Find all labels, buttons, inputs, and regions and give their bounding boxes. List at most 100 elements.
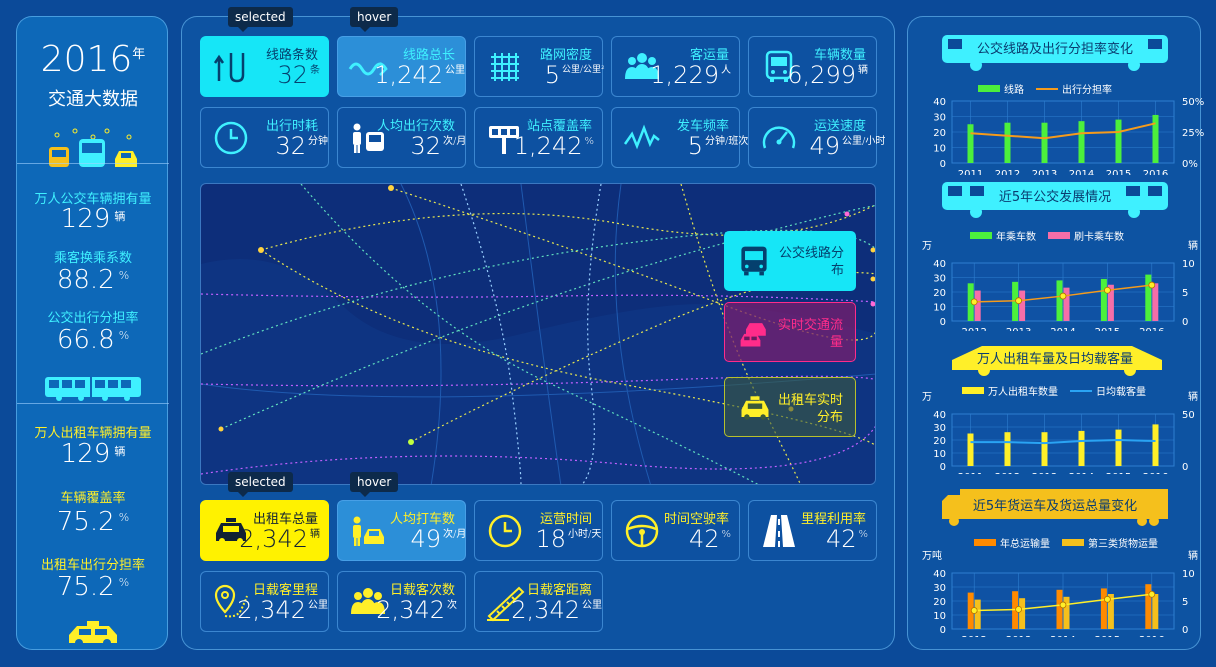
- x-tick-label: 2015: [1106, 472, 1131, 474]
- bar: [1041, 122, 1048, 163]
- card-daily-passenger-distance[interactable]: 日载客距离 2,342 公里: [474, 571, 603, 632]
- x-tick-label: 2013: [1032, 472, 1057, 474]
- bar: [1115, 119, 1122, 163]
- line-point: [1015, 297, 1022, 305]
- taxi-icon: [69, 621, 117, 647]
- card-daily-passenger-mileage[interactable]: 日载客里程 2,342 公里: [200, 571, 329, 632]
- y-right-tick-label: 5: [1182, 288, 1188, 299]
- route-icon: [213, 53, 245, 83]
- chart1-title: 公交线路及出行分担率变化: [976, 42, 1133, 57]
- y-tick-label: 30: [933, 274, 946, 285]
- selected-tooltip: selected: [228, 7, 293, 32]
- card-passenger-volume[interactable]: 客运量 1,229 人: [611, 36, 740, 97]
- transfer-coefficient-value: 88.2%: [56, 265, 130, 295]
- y-right-tick-label: 0: [1182, 625, 1188, 636]
- bar: [1019, 290, 1026, 321]
- card-taxi-trips-per-person[interactable]: 人均打车数 49 次/月: [337, 500, 466, 561]
- person-taxi-icon: [353, 516, 384, 546]
- y-right-tick-label: 0%: [1182, 159, 1198, 170]
- x-tick-label: 2016: [1139, 635, 1164, 637]
- x-tick-label: 2014: [1050, 327, 1075, 331]
- card-trips-per-person[interactable]: 人均出行次数 32 次/月: [337, 107, 466, 168]
- card-stop-coverage[interactable]: 站点覆盖率 1,242%: [474, 107, 603, 168]
- y-right-tick-label: 50: [1182, 410, 1195, 421]
- bar: [974, 599, 981, 629]
- y-right-axis-unit: 辆: [1188, 549, 1198, 562]
- bar: [1056, 589, 1063, 629]
- y-tick-label: 10: [933, 303, 946, 314]
- card-operating-hours[interactable]: 运营时间 18 小时/天: [474, 500, 603, 561]
- left-summary-panel: 2016年 交通大数据 万人公交车辆拥有量 129 辆 乘客换乘系数 88.2% …: [16, 16, 169, 650]
- line-point: [970, 607, 978, 614]
- bar: [1004, 122, 1011, 163]
- x-tick-label: 2015: [1095, 635, 1120, 637]
- card-network-density[interactable]: 路网密度 5 公里/公里²: [474, 36, 605, 97]
- card-departure-frequency[interactable]: 发车频率 5 分钟/班次: [611, 107, 748, 168]
- y-tick-label: 30: [933, 423, 946, 434]
- bar: [1078, 430, 1085, 466]
- line-point: [1059, 292, 1067, 300]
- vehicle-coverage-value: 75.2%: [56, 507, 130, 537]
- transfer-coefficient-label: 乘客换乘系数: [53, 251, 132, 266]
- card-route-length[interactable]: 线路总长 1,242 公里: [337, 36, 466, 97]
- y-right-tick-label: 10: [1182, 569, 1195, 580]
- bus-route-distribution-button[interactable]: 公交线路分布: [724, 231, 856, 291]
- bar: [974, 290, 981, 321]
- card-mileage-utilization[interactable]: 里程利用率 42%: [748, 500, 877, 561]
- line-point: [1103, 595, 1111, 603]
- card-empty-driving-rate[interactable]: 时间空驶率 42%: [611, 500, 740, 561]
- y-tick-label: 10: [933, 144, 946, 155]
- page-subtitle: 交通大数据: [48, 89, 138, 110]
- card-travel-time[interactable]: 出行时耗 32 分钟: [200, 107, 329, 168]
- card-vehicle-count[interactable]: 车辆数量 6,299 辆: [748, 36, 877, 97]
- y-tick-label: 20: [933, 128, 946, 139]
- y-tick-label: 40: [933, 569, 946, 580]
- bar: [1152, 424, 1159, 466]
- taxi-share-value: 75.2%: [56, 572, 130, 602]
- hover-tooltip: hover: [350, 7, 399, 32]
- chart-bus-routes-share: 40 30 20 10 0 50% 25% 0% 2011 2012 2013 2014 2015 201…: [933, 97, 1204, 175]
- x-tick-label: 2012: [995, 169, 1020, 175]
- city-map[interactable]: 公交线路分布 实时交通流量 出租车实时分布: [200, 183, 876, 485]
- bus-ownership-value: 129 辆: [60, 204, 126, 234]
- bar: [967, 433, 974, 466]
- y-tick-label: 0: [940, 462, 946, 473]
- bar: [1100, 588, 1107, 629]
- chart4-title: 近5年货运车及货运总量变化: [972, 499, 1138, 514]
- x-tick-label: 2016: [1139, 327, 1164, 331]
- x-tick-label: 2016: [1143, 472, 1168, 474]
- bar: [1152, 594, 1159, 629]
- y-tick-label: 40: [933, 259, 946, 270]
- y-tick-label: 10: [933, 611, 946, 622]
- bar: [1041, 432, 1048, 466]
- bus-fleet-icon: [45, 377, 141, 401]
- card-transport-speed[interactable]: 运送速度 49 公里/小时: [748, 107, 885, 168]
- x-tick-label: 2014: [1069, 169, 1094, 175]
- line-point: [1148, 590, 1156, 598]
- x-tick-label: 2012: [995, 472, 1020, 474]
- bar: [1004, 432, 1011, 466]
- taxi-realtime-distribution-button[interactable]: 出租车实时分布: [724, 377, 856, 437]
- right-charts-panel: 公交线路及出行分担率变化 线路 出行分担率 40 30 20 10 0 50% 25% 0% 2…: [907, 16, 1204, 650]
- card-route-count[interactable]: 线路条数 32 条: [200, 36, 329, 97]
- x-tick-label: 2012: [961, 327, 986, 331]
- chart-freight-volume: 40 30 20 10 0 10 5 0 万吨 辆 2012 2013 2014 2015 2016: [922, 549, 1198, 637]
- y-right-tick-label: 10: [1182, 259, 1195, 270]
- y-right-axis-unit: 辆: [1188, 239, 1198, 252]
- bar: [1056, 280, 1063, 321]
- x-tick-label: 2011: [958, 169, 983, 175]
- card-taxi-total[interactable]: 出租车总量 2,342 辆: [200, 500, 329, 561]
- x-tick-label: 2015: [1095, 327, 1120, 331]
- line-point: [1103, 286, 1111, 294]
- y-axis-unit: 万: [922, 241, 932, 252]
- y-tick-label: 30: [933, 583, 946, 594]
- realtime-traffic-button[interactable]: 实时交通流量: [724, 302, 856, 362]
- card-daily-passenger-count[interactable]: 日载客次数 2,342 次: [337, 571, 466, 632]
- x-tick-label: 2014: [1069, 472, 1094, 474]
- y-right-tick-label: 0: [1182, 317, 1188, 328]
- bus-icon: [741, 246, 767, 276]
- y-axis-unit: 万: [922, 392, 932, 403]
- x-tick-label: 2014: [1050, 635, 1075, 637]
- line-point: [1059, 601, 1067, 609]
- chart2-title: 近5年公交发展情况: [998, 190, 1112, 205]
